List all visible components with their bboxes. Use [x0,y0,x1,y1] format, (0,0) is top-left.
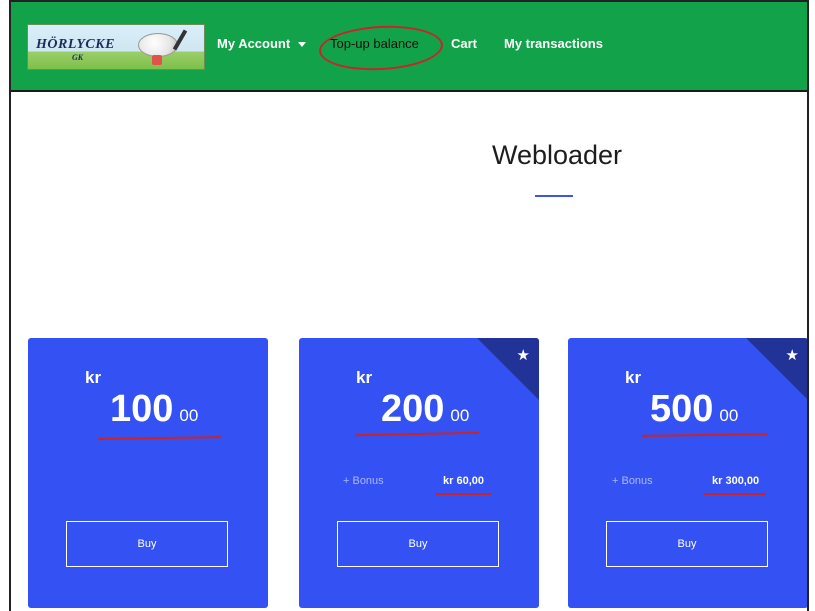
bonus-label: + Bonus [343,475,384,487]
logo-text: HÖRLYCKE [36,37,115,52]
amount-decimals: 00 [450,406,470,425]
amount: 500 00 [650,388,738,431]
currency-label: kr [356,368,373,387]
bonus-value: kr 300,00 [712,475,760,487]
page-title: Webloader [491,140,623,170]
nav-cart[interactable]: Cart [451,36,477,51]
amount-integer: 200 [381,388,445,430]
golf-tee-icon [152,55,162,65]
nav-my-account[interactable]: My Account [217,36,307,51]
currency-label: kr [85,368,102,387]
annotation-circle [317,22,445,74]
annotation-underline [97,436,223,440]
star-icon: ★ [516,347,530,364]
annotation-underline [354,431,480,437]
buy-button[interactable]: Buy [606,521,768,567]
annotation-underline [641,433,769,437]
amount-decimals: 00 [179,406,199,425]
star-icon: ★ [785,347,799,364]
amount: 200 00 [381,388,469,431]
amount: 100 00 [110,388,198,431]
topup-card-100: kr 100 00 Buy [28,338,268,608]
logo-subtext: GK [72,53,84,62]
bonus-value: kr 60,00 [443,475,484,487]
caret-down-icon [298,42,307,48]
nav-my-transactions[interactable]: My transactions [504,36,603,51]
annotation-underline-bonus [435,493,491,495]
bonus-label: + Bonus [612,475,653,487]
amount-integer: 100 [110,388,174,430]
nav-cart-label: Cart [451,36,478,51]
nav-my-account-label: My Account [217,36,291,51]
browser-frame: HÖRLYCKE GK My Account Top-up balance Ca… [9,0,809,611]
annotation-underline-bonus [704,493,766,495]
nav-my-transactions-label: My transactions [504,36,603,51]
club-logo[interactable]: HÖRLYCKE GK [27,24,205,70]
golf-ball-icon [138,33,178,57]
amount-integer: 500 [650,388,714,430]
topup-card-500: ★ kr 500 00 + Bonus kr 300,00 Buy [568,338,807,608]
buy-button[interactable]: Buy [337,521,499,567]
currency-label: kr [625,368,642,387]
topup-card-200: ★ kr 200 00 + Bonus kr 60,00 Buy [299,338,539,608]
buy-button[interactable]: Buy [66,521,228,567]
title-divider [535,195,573,197]
navbar: HÖRLYCKE GK My Account Top-up balance Ca… [11,2,807,92]
amount-decimals: 00 [719,406,739,425]
